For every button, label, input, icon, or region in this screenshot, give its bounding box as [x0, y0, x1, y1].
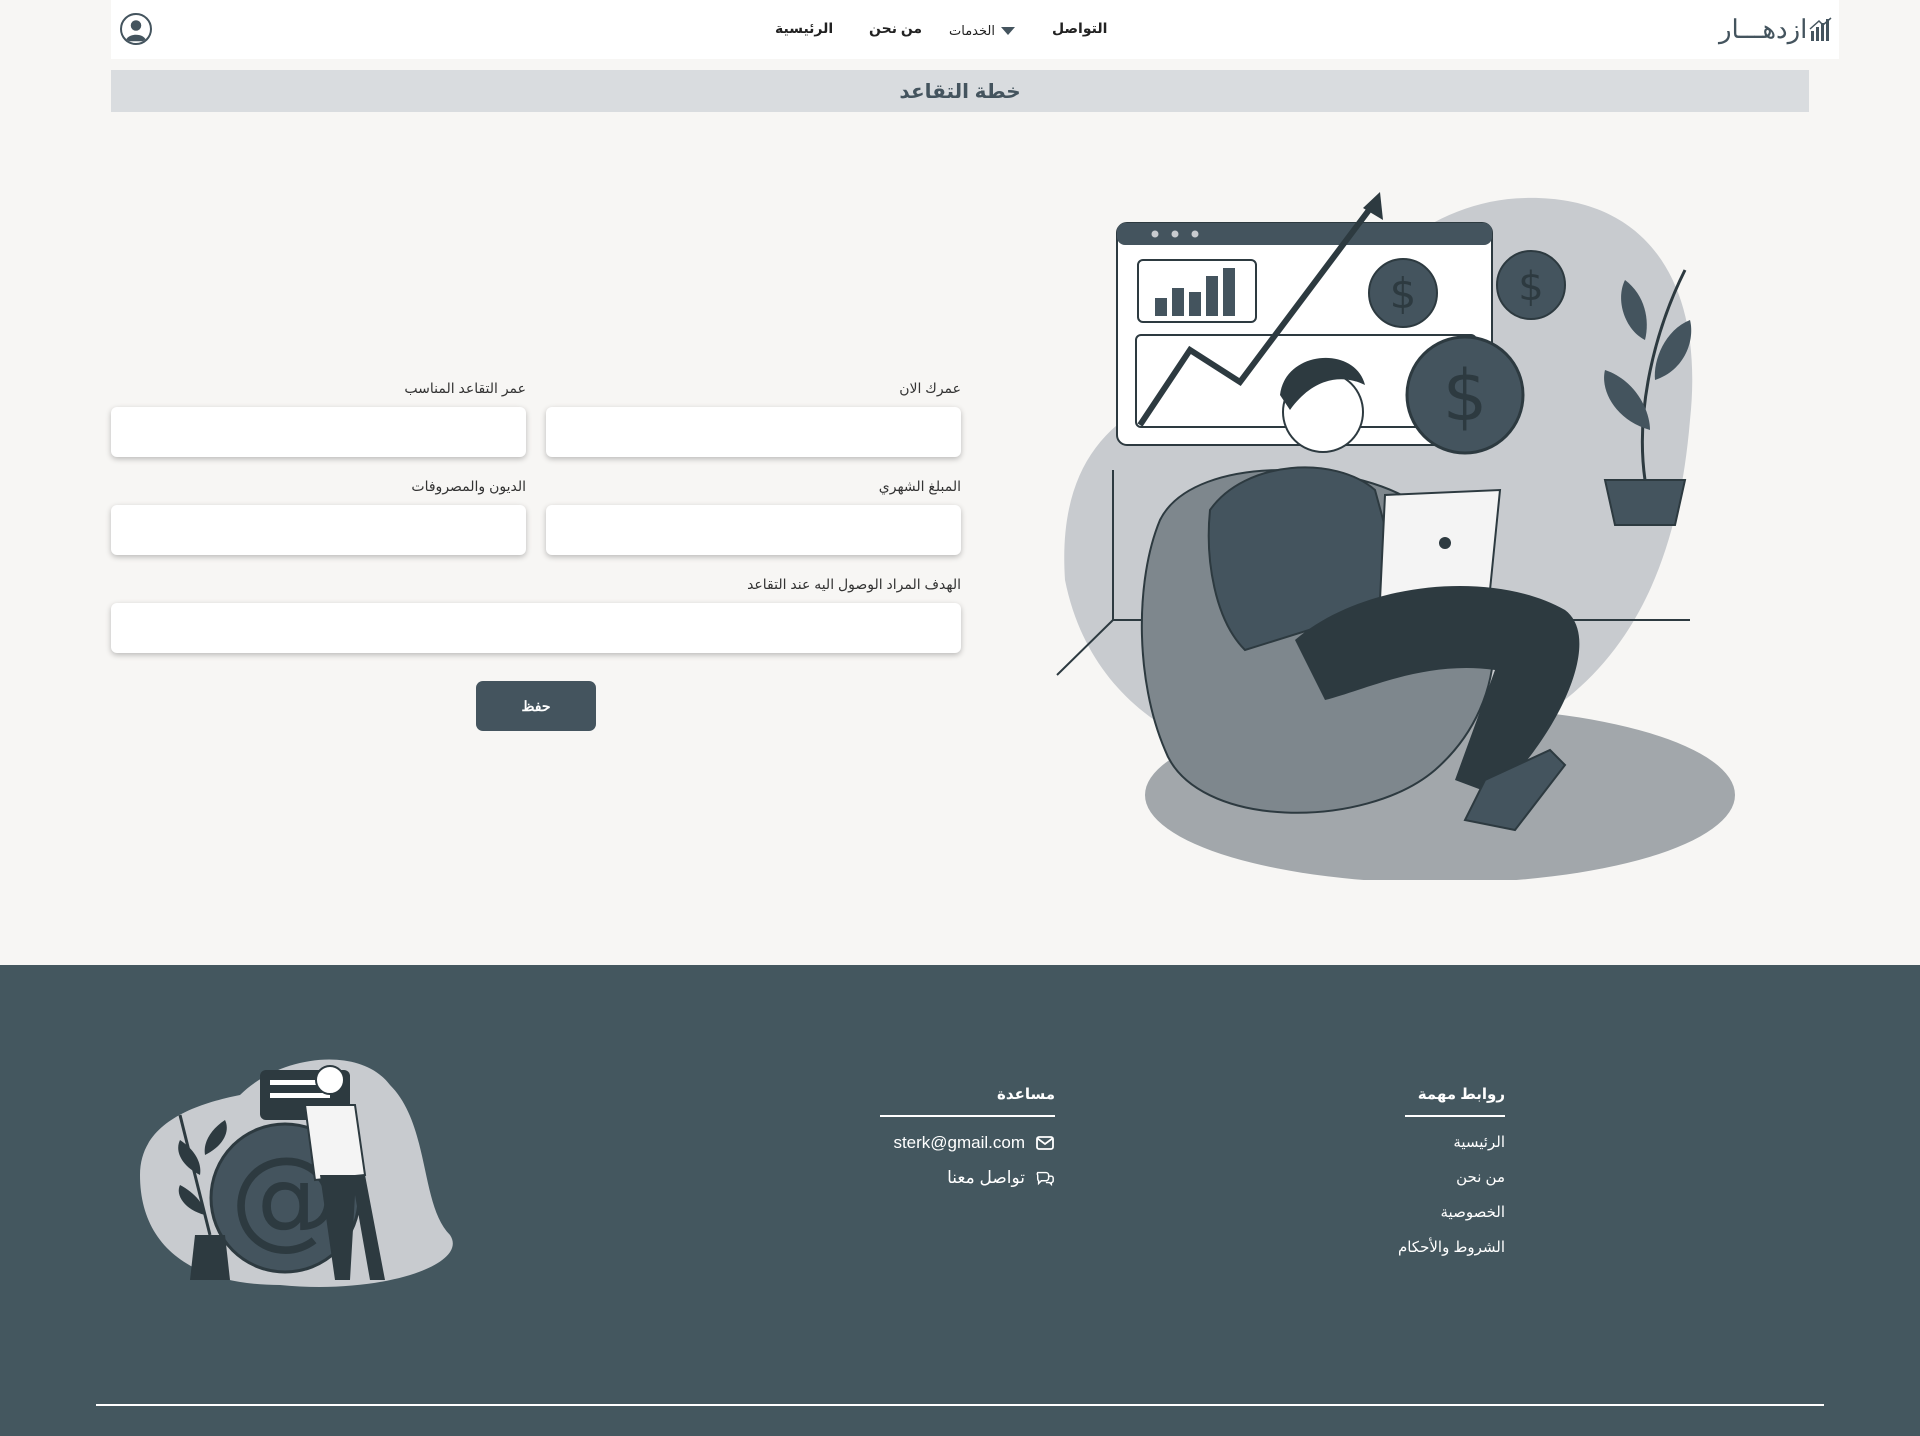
current-age-input[interactable] — [546, 407, 961, 457]
title-bar: خطة التقاعد — [111, 70, 1809, 112]
footer-links-column: روابط مهمة الرئيسية من نحن الخصوصية الشر… — [1398, 1085, 1505, 1265]
footer-contact-link[interactable]: تواصل معنا — [880, 1160, 1055, 1195]
svg-text:$: $ — [1390, 269, 1417, 318]
caret-down-icon — [1000, 27, 1015, 35]
footer-help-column: مساعدة sterk@gmail.com تواصل معنا — [880, 1085, 1055, 1195]
brand-logo[interactable]: ازدهـــار — [1719, 12, 1833, 48]
finance-man-illustration: $ $ $ — [1056, 192, 1735, 880]
monthly-amount-input[interactable] — [546, 505, 961, 555]
debts-label: الديون والمصروفات — [411, 478, 526, 494]
goal-label: الهدف المراد الوصول اليه عند التقاعد — [747, 576, 961, 592]
current-age-label: عمرك الان — [899, 380, 961, 396]
footer-divider — [96, 1404, 1824, 1406]
monthly-amount-field: المبلغ الشهري — [546, 478, 961, 555]
footer-contact-text: تواصل معنا — [947, 1168, 1025, 1187]
retire-age-input[interactable] — [111, 407, 526, 457]
save-button[interactable]: حفظ — [476, 681, 596, 731]
footer-link-about[interactable]: من نحن — [1405, 1160, 1505, 1195]
envelope-icon — [1036, 1135, 1054, 1150]
goal-field: الهدف المراد الوصول اليه عند التقاعد — [111, 576, 961, 653]
svg-text:$: $ — [1443, 355, 1488, 437]
monthly-amount-label: المبلغ الشهري — [878, 478, 961, 494]
footer-help-heading: مساعدة — [880, 1085, 1055, 1117]
footer-email-text: sterk@gmail.com — [893, 1133, 1025, 1152]
footer: @ مساعدة sterk@gmail.com تواصل معنا رواب… — [0, 965, 1920, 1436]
debts-input[interactable] — [111, 505, 526, 555]
footer-link-terms[interactable]: الشروط والأحكام — [1398, 1230, 1505, 1265]
footer-links-heading: روابط مهمة — [1405, 1085, 1505, 1117]
user-avatar-icon[interactable] — [120, 13, 152, 45]
nav-link-services[interactable]: الخدمات — [949, 23, 1015, 39]
top-navbar: التواصل الخدمات من نحن الرئيسية ازدهـــا… — [111, 0, 1839, 59]
footer-link-home[interactable]: الرئيسية — [1405, 1125, 1505, 1160]
footer-link-privacy[interactable]: الخصوصية — [1405, 1195, 1505, 1230]
goal-input[interactable] — [111, 603, 961, 653]
svg-text:$: $ — [1518, 264, 1543, 310]
footer-email-link[interactable]: sterk@gmail.com — [880, 1125, 1055, 1160]
nav-link-contact[interactable]: التواصل — [1052, 20, 1107, 37]
current-age-field: عمرك الان — [546, 380, 961, 457]
retire-age-field: عمر التقاعد المناسب — [111, 380, 526, 457]
chat-bubbles-icon — [1036, 1171, 1054, 1186]
brand-name: ازدهـــار — [1719, 15, 1808, 45]
nav-link-about[interactable]: من نحن — [869, 20, 922, 37]
nav-services-label: الخدمات — [949, 23, 995, 38]
contact-man-illustration: @ — [140, 1059, 453, 1287]
retire-age-label: عمر التقاعد المناسب — [404, 380, 526, 396]
nav-link-home[interactable]: الرئيسية — [775, 20, 833, 37]
page-title: خطة التقاعد — [899, 80, 1021, 103]
brand-logo-icon — [1809, 17, 1832, 41]
debts-field: الديون والمصروفات — [111, 478, 526, 555]
